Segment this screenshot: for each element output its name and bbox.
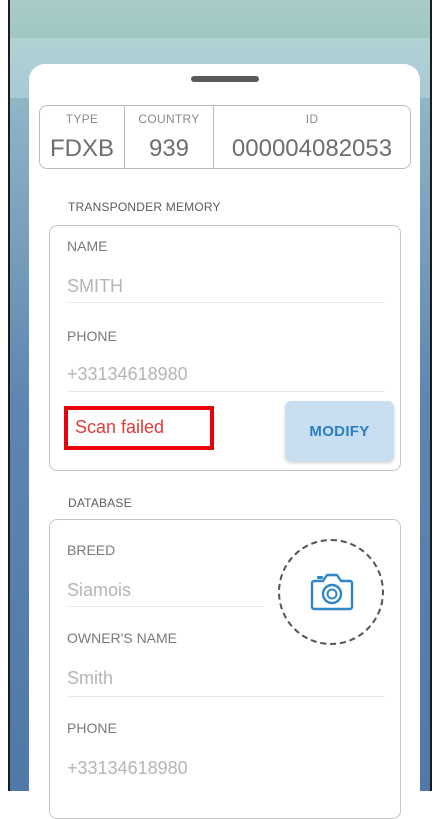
phone-value: +33134618980: [67, 364, 188, 384]
name-divider: [67, 302, 385, 303]
transponder-memory-title: TRANSPONDER MEMORY: [68, 200, 221, 214]
id-value: 000004082053: [231, 135, 393, 162]
type-label: TYPE: [65, 112, 99, 126]
phone-divider: [67, 391, 385, 392]
scan-status-highlight: Scan failed: [64, 406, 214, 450]
camera-icon: [310, 573, 354, 611]
country-label: COUNTRY: [138, 112, 200, 126]
country-cell: COUNTRY 939: [125, 106, 214, 168]
drag-handle-icon[interactable]: [191, 76, 259, 82]
id-label: ID: [305, 112, 319, 126]
name-label: NAME: [67, 238, 108, 254]
frame-margin-right: [432, 0, 440, 791]
owner-label: OWNER'S NAME: [67, 630, 178, 646]
breed-divider: [67, 606, 263, 607]
db-phone-label: PHONE: [67, 720, 117, 736]
bottom-sheet: TYPE FDXB COUNTRY 939 ID 000004082053 TR…: [29, 64, 420, 819]
owner-divider: [67, 696, 385, 697]
breed-value[interactable]: Siamois: [67, 580, 131, 601]
country-value: 939: [148, 135, 190, 162]
database-title: DATABASE: [68, 496, 132, 510]
db-phone-value[interactable]: +33134618980: [67, 758, 188, 779]
type-value: FDXB: [49, 135, 114, 162]
photo-picker[interactable]: [278, 539, 384, 645]
type-cell: TYPE FDXB: [40, 106, 125, 168]
frame-margin-left: [0, 0, 8, 791]
scan-status-text: Scan failed: [75, 417, 165, 437]
frame-border-left: [8, 0, 10, 791]
chip-id-panel: TYPE FDXB COUNTRY 939 ID 000004082053: [39, 105, 411, 169]
name-value: SMITH: [67, 276, 123, 296]
modify-button[interactable]: MODIFY: [285, 401, 394, 461]
phone-label: PHONE: [67, 328, 117, 344]
id-cell: ID 000004082053: [214, 106, 410, 168]
breed-label: BREED: [67, 542, 116, 558]
owner-value[interactable]: Smith: [67, 668, 113, 689]
